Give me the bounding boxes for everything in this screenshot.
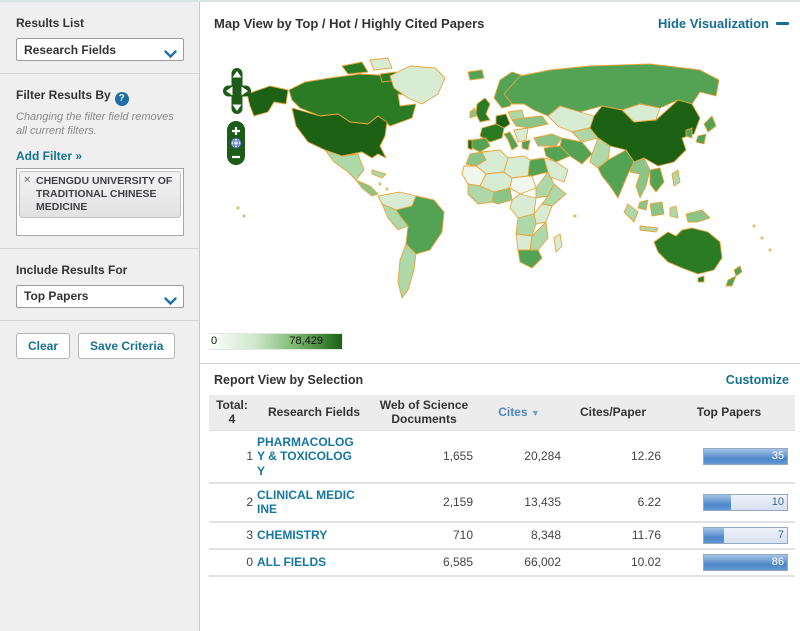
- save-criteria-button[interactable]: Save Criteria: [78, 333, 175, 359]
- sort-descending-icon: ▼: [531, 408, 540, 418]
- research-field-link[interactable]: CLINICAL MEDICINE: [257, 488, 357, 517]
- top-papers-bar: 35: [703, 448, 788, 465]
- legend-max-value: 78,429: [289, 335, 323, 347]
- globe-icon: [231, 138, 241, 148]
- top-papers-bar: 7: [703, 527, 788, 544]
- cites-value: 8,348: [475, 522, 563, 549]
- top-papers-bar-fill: [704, 528, 724, 543]
- table-row: 3 CHEMISTRY 710 8,348 11.76 7: [209, 522, 795, 549]
- table-row: 0 ALL FIELDS 6,585 66,002 10.02 86: [209, 549, 795, 576]
- world-map[interactable]: [230, 46, 785, 306]
- top-papers-bar: 86: [703, 554, 788, 571]
- criteria-buttons: Clear Save Criteria: [0, 321, 199, 371]
- remove-filter-icon[interactable]: ×: [24, 174, 30, 186]
- cites-per-paper-value: 10.02: [563, 549, 663, 576]
- column-research-fields: Research Fields: [255, 395, 373, 430]
- top-papers-value: 7: [778, 529, 784, 541]
- research-field-link[interactable]: PHARMACOLOGY & TOXICOLOGY: [257, 435, 357, 478]
- total-header: Total: 4: [209, 395, 255, 430]
- column-cites-per-paper: Cites/Paper: [563, 395, 663, 430]
- research-field-link[interactable]: ALL FIELDS: [257, 555, 357, 569]
- documents-value: 6,585: [373, 549, 475, 576]
- cites-sort-link[interactable]: Cites ▼: [498, 405, 540, 419]
- results-list-value: Research Fields: [17, 43, 116, 57]
- results-list-section: Results List Research Fields: [0, 2, 199, 73]
- top-papers-value: 10: [772, 496, 784, 508]
- map-country-alaska: [247, 86, 288, 116]
- include-results-section: Include Results For Top Papers: [0, 249, 199, 320]
- filter-sidebar: Results List Research Fields Filter Resu…: [0, 2, 200, 631]
- filter-results-section: Filter Results By? Changing the filter f…: [0, 74, 199, 248]
- filter-note: Changing the filter field removes all cu…: [16, 110, 183, 139]
- results-list-dropdown[interactable]: Research Fields: [16, 38, 184, 61]
- map-country-uk: [476, 98, 490, 122]
- report-view-header: Report View by Selection Customize: [200, 363, 800, 395]
- top-papers-bar-fill: [704, 495, 731, 510]
- map-country-egypt: [528, 158, 548, 176]
- row-rank: 1: [209, 430, 255, 483]
- top-papers-value: 35: [772, 450, 784, 462]
- cites-per-paper-value: 12.26: [563, 430, 663, 483]
- customize-link[interactable]: Customize: [726, 373, 789, 387]
- map-view-title: Map View by Top / Hot / Highly Cited Pap…: [214, 16, 484, 31]
- filter-chip-label: CHENGDU UNIVERSITY OF TRADITIONAL CHINES…: [36, 175, 175, 214]
- clear-button[interactable]: Clear: [16, 333, 70, 359]
- documents-value: 1,655: [373, 430, 475, 483]
- column-top-papers: Top Papers: [663, 395, 795, 430]
- visualization-panel: Map View by Top / Hot / Highly Cited Pap…: [200, 2, 800, 631]
- documents-value: 710: [373, 522, 475, 549]
- map-country-iran: [560, 138, 592, 164]
- add-filter-link[interactable]: Add Filter »: [16, 149, 82, 163]
- report-table: Total: 4 Research Fields Web of Science …: [209, 395, 795, 577]
- cites-value: 66,002: [475, 549, 563, 576]
- research-field-link[interactable]: CHEMISTRY: [257, 528, 357, 542]
- cites-per-paper-value: 6.22: [563, 483, 663, 522]
- table-header-row: Total: 4 Research Fields Web of Science …: [209, 395, 795, 430]
- map-color-legend: 0 78,429: [209, 333, 343, 350]
- map-country-australia: [654, 228, 722, 274]
- map-country-japan: [704, 116, 716, 132]
- map-view-header: Map View by Top / Hot / Highly Cited Pap…: [200, 2, 800, 44]
- filter-chip[interactable]: × CHENGDU UNIVERSITY OF TRADITIONAL CHIN…: [19, 171, 181, 218]
- include-results-value: Top Papers: [17, 289, 88, 303]
- filter-by-label: Filter Results By?: [16, 88, 183, 106]
- map-zoom-control[interactable]: [227, 121, 245, 170]
- table-row: 2 CLINICAL MEDICINE 2,159 13,435 6.22 10: [209, 483, 795, 522]
- column-wos-documents: Web of Science Documents: [373, 395, 475, 430]
- table-row: 1 PHARMACOLOGY & TOXICOLOGY 1,655 20,284…: [209, 430, 795, 483]
- documents-value: 2,159: [373, 483, 475, 522]
- map-country-spain: [472, 138, 490, 152]
- top-papers-value: 86: [772, 556, 784, 568]
- legend-min-value: 0: [211, 335, 217, 347]
- include-results-dropdown[interactable]: Top Papers: [16, 285, 184, 308]
- minus-icon: [776, 22, 789, 25]
- report-view-title: Report View by Selection: [214, 373, 363, 387]
- cites-per-paper-value: 11.76: [563, 522, 663, 549]
- cites-value: 13,435: [475, 483, 563, 522]
- top-papers-bar: 10: [703, 494, 788, 511]
- cites-value: 20,284: [475, 430, 563, 483]
- help-icon[interactable]: ?: [115, 92, 129, 106]
- include-results-label: Include Results For: [16, 263, 183, 277]
- row-rank: 3: [209, 522, 255, 549]
- world-map-visualization: [200, 44, 800, 327]
- row-rank: 0: [209, 549, 255, 576]
- chevron-down-icon: [164, 293, 177, 311]
- map-country-new-zealand: [734, 266, 742, 276]
- map-pan-control[interactable]: [223, 68, 251, 119]
- active-filters-listbox: × CHENGDU UNIVERSITY OF TRADITIONAL CHIN…: [16, 168, 184, 236]
- column-cites: Cites ▼: [475, 395, 563, 430]
- results-list-label: Results List: [16, 16, 183, 30]
- map-country-south-africa: [518, 250, 542, 268]
- chevron-down-icon: [164, 46, 177, 64]
- row-rank: 2: [209, 483, 255, 522]
- hide-visualization-link[interactable]: Hide Visualization: [658, 16, 789, 31]
